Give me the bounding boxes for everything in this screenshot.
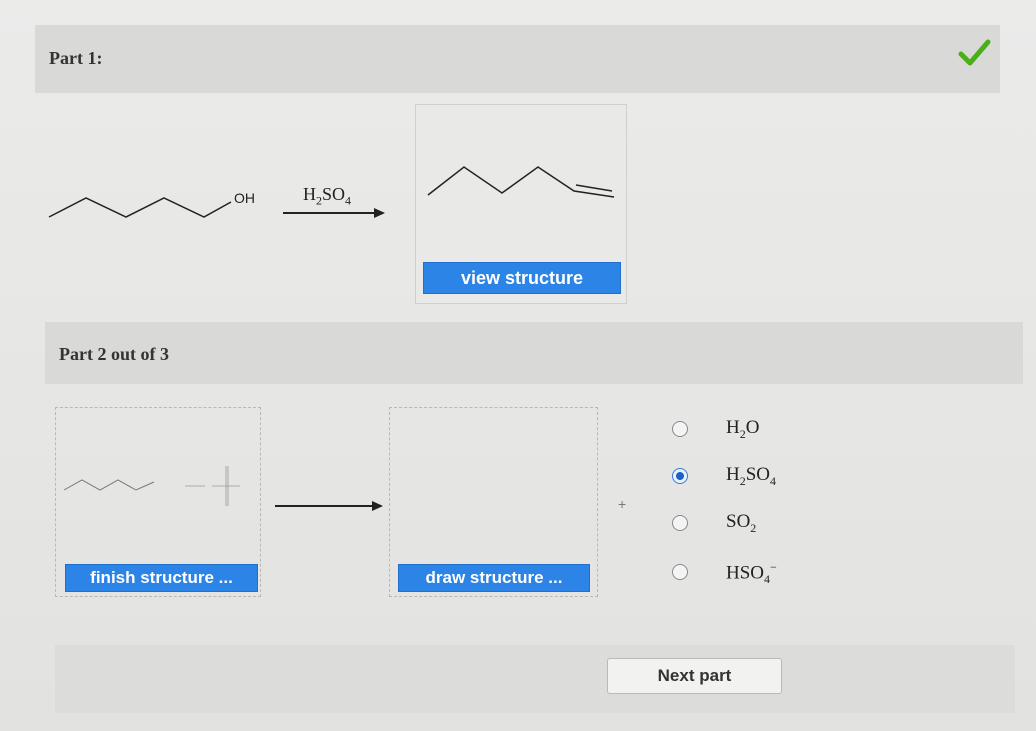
option-label: H2SO4 (726, 464, 777, 488)
footer-bar (55, 645, 1015, 713)
reaction-arrow-line (283, 212, 375, 214)
part2-arrow-line (275, 505, 373, 507)
option-label: SO2 (726, 511, 757, 535)
radio-button-selected[interactable] (672, 468, 688, 484)
checkmark-icon (958, 39, 991, 66)
reagent-label: H2SO4 (303, 184, 352, 208)
plus-sign: + (618, 496, 627, 512)
radio-button[interactable] (672, 421, 688, 437)
part1-title: Part 1: (49, 48, 103, 68)
option-label: HSO4− (726, 560, 777, 587)
intermediate-molecule (63, 466, 240, 506)
option-label: H2O (726, 417, 760, 441)
draw-structure-button[interactable]: draw structure ... (398, 564, 590, 592)
part2-arrow-head (372, 501, 383, 511)
radio-button[interactable] (672, 515, 688, 531)
assignment-page: Part 1: OH H2SO4 view structure Part 2 o… (0, 0, 1036, 731)
next-part-button[interactable]: Next part (607, 658, 782, 694)
part1-header: Part 1: (35, 25, 1000, 93)
oh-label: OH (234, 190, 255, 206)
radio-button[interactable] (672, 564, 688, 580)
part2-header: Part 2 out of 3 (45, 322, 1023, 384)
view-structure-button[interactable]: view structure (423, 262, 621, 294)
reactant-molecule (48, 197, 232, 218)
finish-structure-button[interactable]: finish structure ... (65, 564, 258, 592)
reaction-arrow-head (374, 208, 385, 218)
part2-title: Part 2 out of 3 (59, 344, 169, 364)
alkene-molecule (427, 166, 615, 198)
